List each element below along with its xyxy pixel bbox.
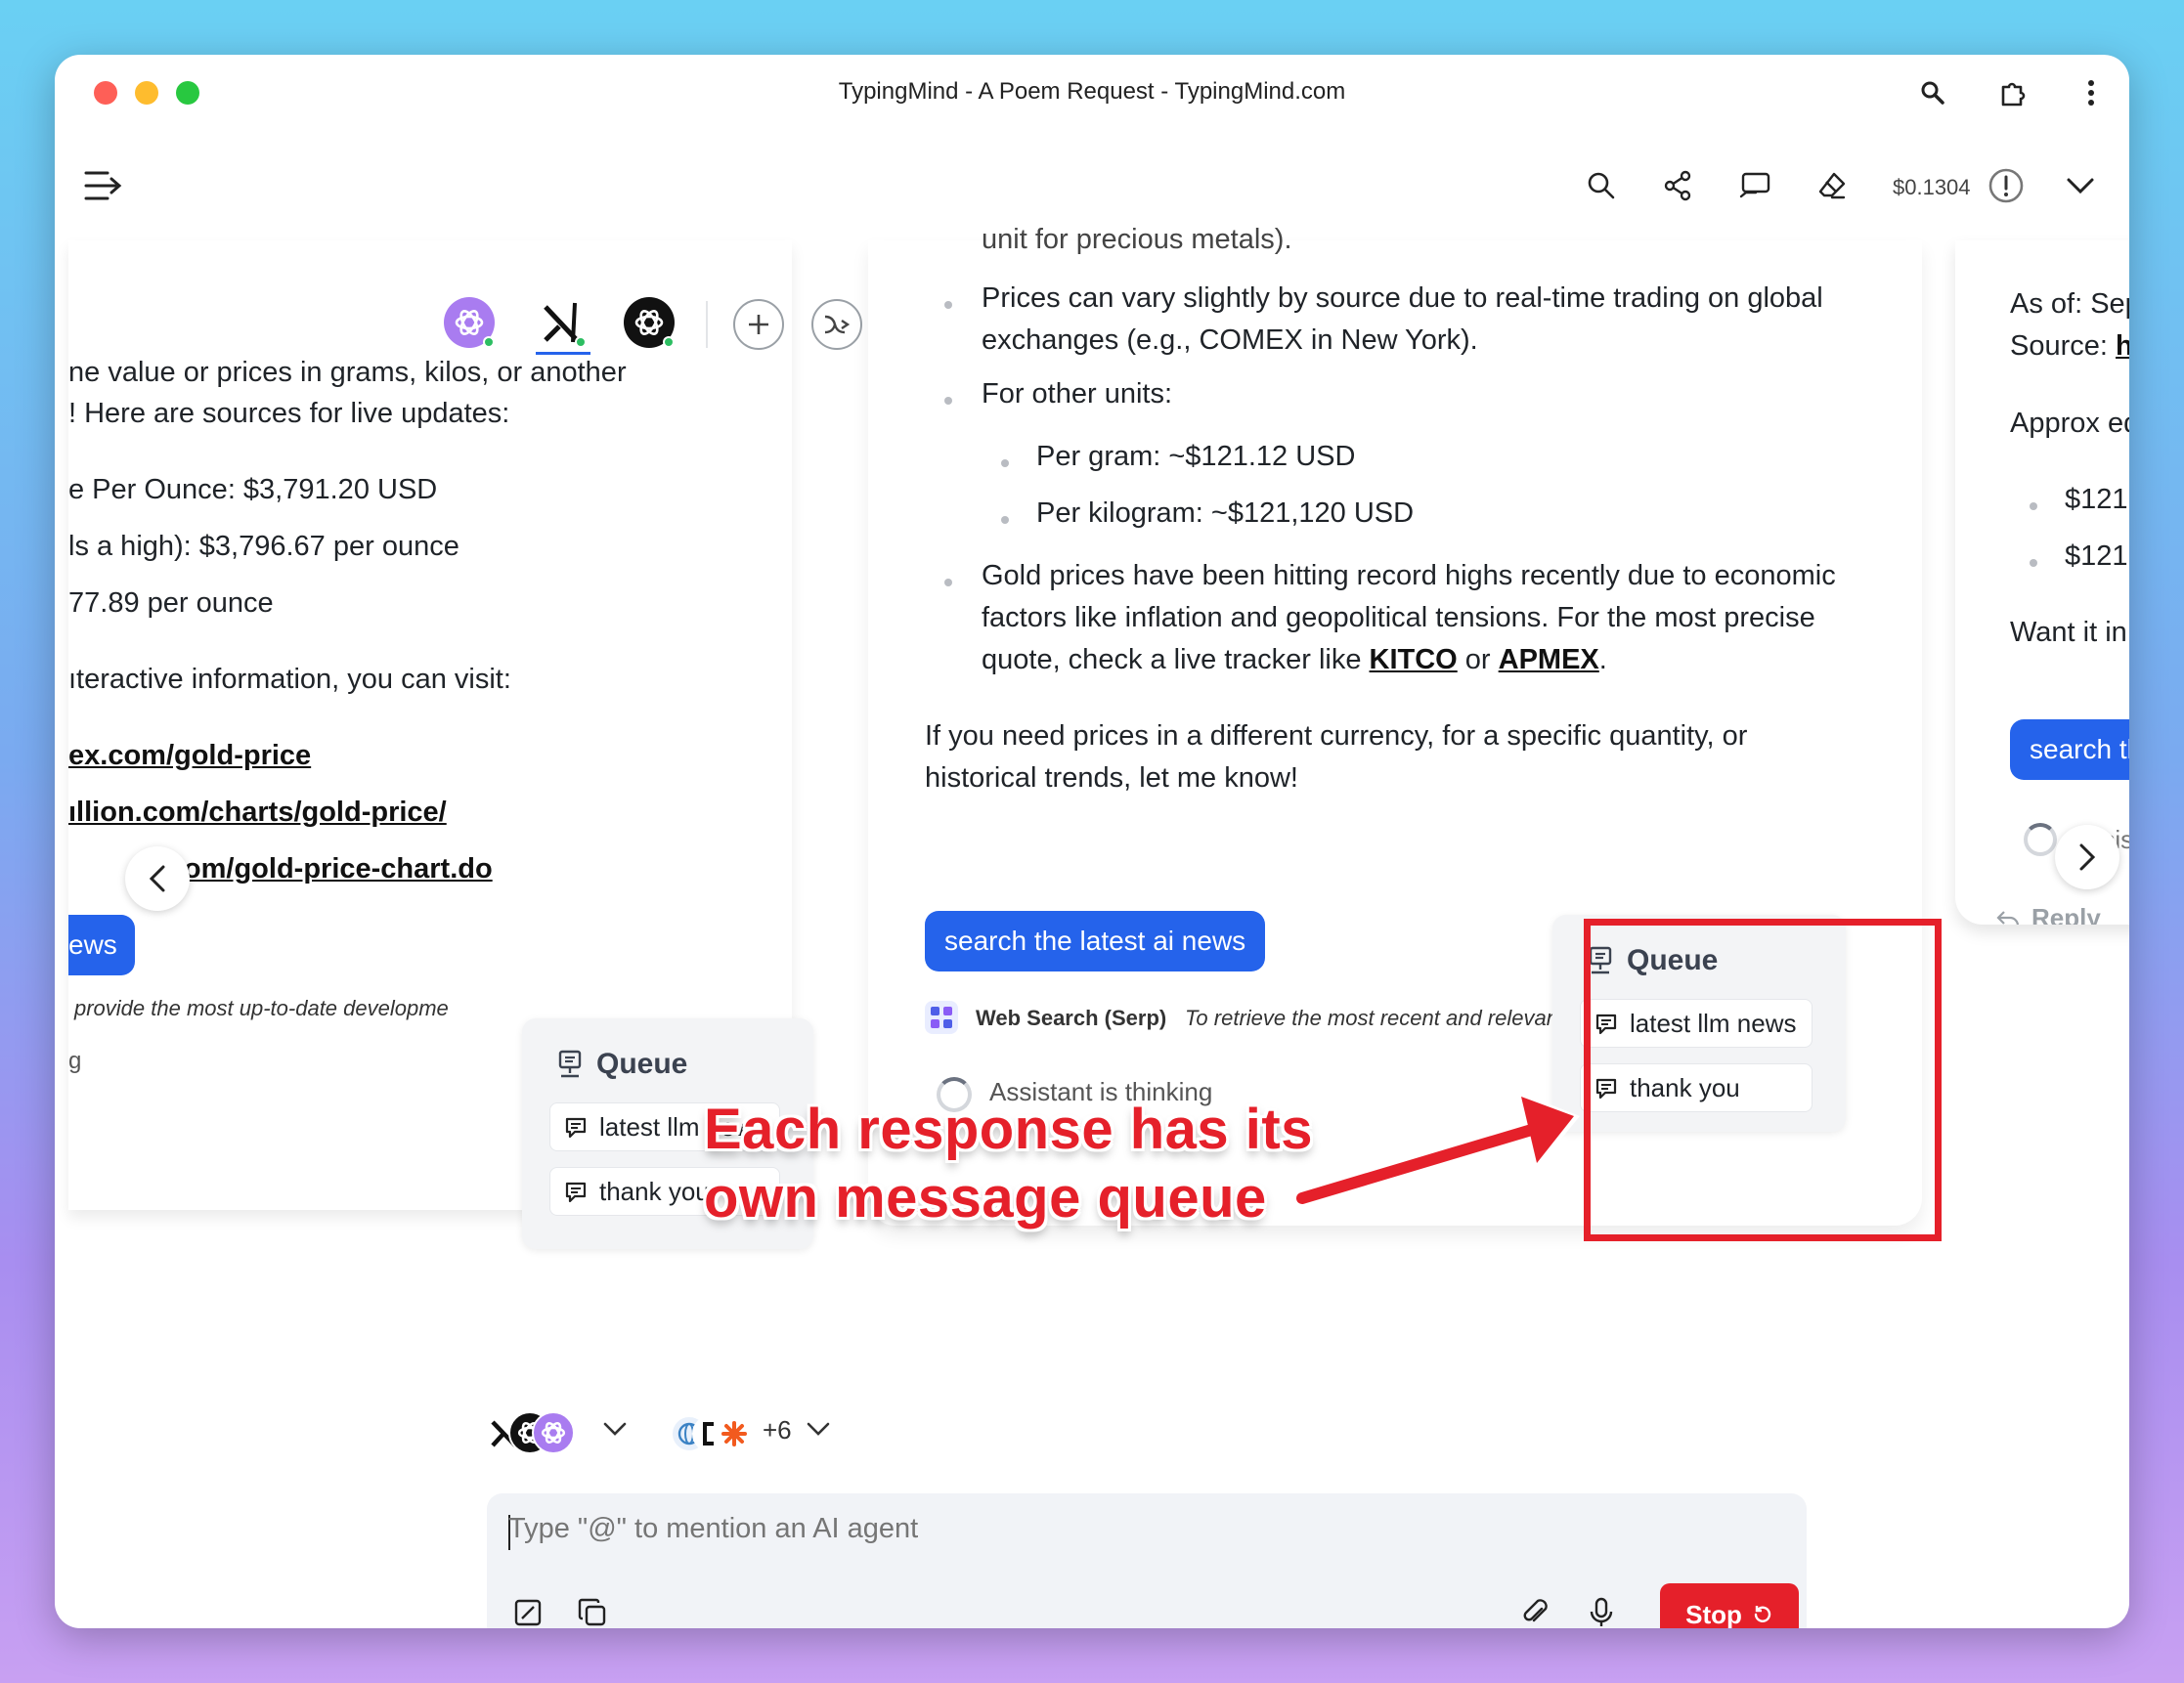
- online-indicator: [663, 336, 675, 348]
- message-composer: Stop: [487, 1493, 1807, 1628]
- chevron-down-icon[interactable]: [806, 1421, 831, 1442]
- middle-top-partial: unit for precious metals).: [982, 224, 1292, 255]
- active-model-underline: [536, 352, 590, 355]
- title-bar: TypingMind - A Poem Request - TypingMind…: [55, 55, 2129, 131]
- middle-sub-2: Per kilogram: ~$121,120 USD: [1036, 497, 1415, 529]
- search-icon[interactable]: [1582, 166, 1621, 205]
- middle-bullet-1b: exchanges (e.g., COMEX in New York).: [982, 324, 1478, 356]
- chevron-down-icon[interactable]: [2061, 166, 2100, 205]
- left-tool-desc: provide the most up-to-date developme: [74, 996, 449, 1020]
- refresh-icon: [1754, 1606, 1771, 1622]
- attach-file-icon[interactable]: [1515, 1593, 1554, 1628]
- middle-bullet-3c: quote, check a live tracker like KITCO o…: [982, 644, 1607, 675]
- left-line-3: e Per Ounce: $3,791.20 USD: [68, 474, 438, 505]
- bullet: [944, 397, 952, 405]
- message-icon: [565, 1117, 587, 1139]
- asterisk-icon: [716, 1415, 753, 1452]
- left-link-3[interactable]: lt.com/gold-price-chart.do: [143, 848, 493, 890]
- right-source-link[interactable]: htt: [2116, 330, 2129, 362]
- previous-response-button[interactable]: [125, 846, 190, 911]
- more-menu-icon[interactable]: [2075, 76, 2108, 109]
- merge-responses-button[interactable]: [811, 299, 862, 350]
- right-bullet-2: $121,4: [2065, 540, 2129, 572]
- openai-model-icon[interactable]: [624, 297, 675, 348]
- bullet: [1001, 516, 1009, 524]
- left-suggestion-pill[interactable]: ews: [68, 915, 135, 975]
- queue-title: Queue: [557, 1048, 687, 1081]
- right-bullet-1: $121.4: [2065, 484, 2129, 515]
- window-title: TypingMind - A Poem Request - TypingMind…: [838, 78, 1346, 105]
- copy-layers-icon[interactable]: [573, 1593, 612, 1628]
- right-line-4: Want it in a: [2010, 617, 2129, 648]
- tool-description: To retrieve the most recent and relevant…: [1185, 1006, 1594, 1030]
- bullet: [2030, 559, 2037, 567]
- microphone-icon[interactable]: [1582, 1593, 1621, 1628]
- online-indicator: [483, 336, 495, 348]
- reply-icon: [1996, 909, 2020, 925]
- bullet: [944, 301, 952, 309]
- online-indicator: [575, 336, 587, 348]
- middle-sub-1: Per gram: ~$121.12 USD: [1036, 441, 1356, 472]
- token-cost: $0.1304: [1893, 175, 1971, 199]
- tool-name: Web Search (Serp): [976, 1006, 1167, 1030]
- annotation-text-line-1: Each response has its: [704, 1098, 1313, 1161]
- stop-button[interactable]: Stop: [1660, 1583, 1799, 1628]
- bullet: [944, 579, 952, 586]
- annotation-arrow-icon: [1294, 1091, 1580, 1208]
- extensions-icon[interactable]: [1996, 76, 2030, 109]
- left-line-2: ! Here are sources for live updates:: [68, 398, 510, 429]
- message-icon: [565, 1182, 587, 1203]
- bullet: [1001, 459, 1009, 467]
- annotation-highlight-box: [1584, 919, 1942, 1241]
- chevron-down-icon[interactable]: [602, 1421, 628, 1442]
- gpt-model-icon: [532, 1411, 575, 1454]
- zoom-icon[interactable]: [1916, 76, 1949, 109]
- gpt-model-icon[interactable]: [444, 297, 495, 348]
- left-response-column: ne value or prices in grams, kilos, or a…: [68, 240, 862, 1249]
- left-link-1[interactable]: ex.com/gold-price: [68, 735, 311, 777]
- right-line-3: Approx equ: [2010, 408, 2129, 439]
- annotation-text-line-2: own message queue: [704, 1166, 1267, 1230]
- middle-bullet-2: For other units:: [982, 378, 1173, 410]
- search-suggestion-pill[interactable]: search the latest ai news: [925, 911, 1266, 971]
- right-line-2: Source: htt: [2010, 325, 2129, 367]
- plugins-more-count: +6: [763, 1415, 792, 1445]
- middle-para-2: historical trends, let me know!: [925, 762, 1298, 794]
- middle-bullet-1: Prices can vary slightly by source due t…: [982, 282, 1823, 314]
- eraser-icon[interactable]: [1813, 166, 1852, 205]
- strip-divider: [706, 301, 708, 348]
- share-icon[interactable]: [1658, 166, 1697, 205]
- left-line-1: ne value or prices in grams, kilos, or a…: [68, 357, 627, 388]
- left-line-4: ls a high): $3,796.67 per ounce: [68, 531, 459, 562]
- loading-spinner-icon: [2024, 823, 2057, 856]
- grok-model-icon[interactable]: [536, 297, 587, 348]
- left-link-2[interactable]: ıllion.com/charts/gold-price/: [68, 792, 447, 834]
- middle-para-1: If you need prices in a different curren…: [925, 720, 1748, 752]
- middle-bullet-3a: Gold prices have been hitting record hig…: [982, 560, 1836, 591]
- reply-button[interactable]: Reply: [2031, 897, 2101, 925]
- left-line-5: 77.89 per ounce: [68, 587, 274, 619]
- queue-icon: [558, 1050, 582, 1078]
- next-response-button[interactable]: [2055, 825, 2119, 889]
- right-suggestion-pill[interactable]: search th: [2010, 719, 2129, 780]
- sidebar-toggle-icon[interactable]: [84, 166, 123, 205]
- middle-bullet-3b: factors like inflation and geopolitical …: [982, 602, 1815, 633]
- cast-icon[interactable]: [1736, 166, 1775, 205]
- left-line-6: ıteractive information, you can visit:: [68, 664, 511, 695]
- web-search-icon: [925, 1001, 958, 1034]
- cost-info-icon[interactable]: [1987, 166, 2026, 205]
- right-response-card: As of: Sep Source: htt Approx equ $121.4…: [1955, 240, 2129, 925]
- app-window: TypingMind - A Poem Request - TypingMind…: [55, 55, 2129, 1628]
- message-input[interactable]: [508, 1513, 1388, 1545]
- right-line-1: As of: Sep: [2010, 288, 2129, 320]
- plugins-stack[interactable]: [671, 1409, 768, 1456]
- selected-models-stack[interactable]: [485, 1409, 575, 1456]
- apmex-link[interactable]: APMEX: [1499, 644, 1599, 675]
- left-fragment: g: [68, 1048, 82, 1074]
- bullet: [2030, 502, 2037, 510]
- add-model-button[interactable]: [733, 299, 784, 350]
- edit-box-icon[interactable]: [508, 1593, 547, 1628]
- kitco-link[interactable]: KITCO: [1370, 644, 1458, 675]
